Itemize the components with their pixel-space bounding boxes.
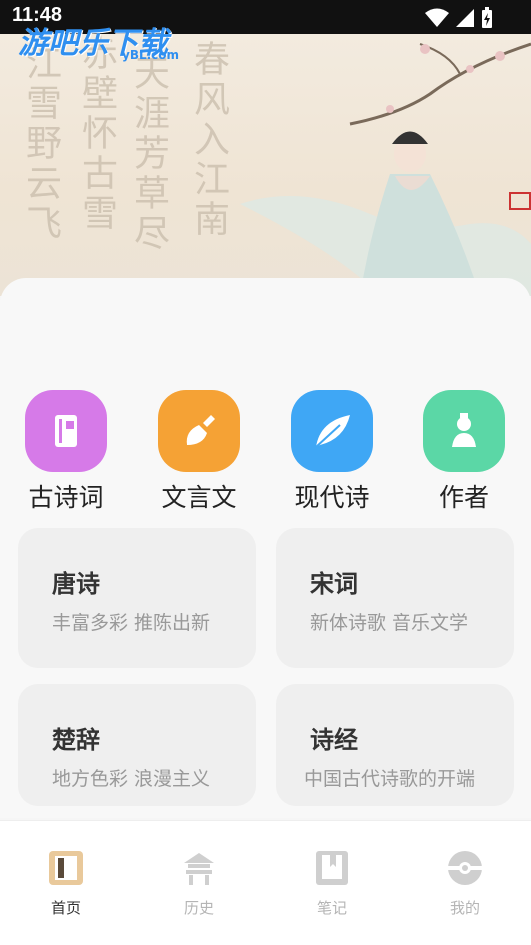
battery-icon — [482, 7, 492, 28]
nav-profile[interactable]: 我的 — [425, 849, 505, 918]
category-label: 现代诗 — [294, 483, 370, 512]
seal-stamp — [509, 192, 531, 210]
category-label: 作者 — [438, 483, 489, 512]
lady-illustration — [240, 131, 531, 296]
category-zuozhe[interactable]: 作者 — [409, 390, 519, 514]
signal-icon — [456, 9, 474, 27]
nav-label: 笔记 — [316, 899, 347, 917]
category-wenyanwen[interactable]: 文言文 — [144, 390, 254, 514]
nav-label: 我的 — [449, 899, 480, 917]
card-shijing[interactable]: 诗经 中国古代诗歌的开端 — [276, 684, 514, 806]
watermark-site: yBL.com — [122, 48, 180, 62]
category-gushici[interactable]: 古诗词 — [11, 390, 121, 514]
calligraphy-column: 天涯芳草尽 — [128, 54, 169, 254]
card-title: 楚辞 — [52, 726, 100, 754]
category-label: 文言文 — [161, 483, 237, 512]
nav-home[interactable]: 首页 — [26, 849, 106, 918]
category-label: 古诗词 — [28, 483, 104, 512]
card-title: 唐诗 — [52, 570, 100, 598]
nav-history[interactable]: 历史 — [159, 849, 239, 918]
category-xiandaishi[interactable]: 现代诗 — [277, 390, 387, 514]
card-subtitle: 新体诗歌 音乐文学 — [310, 612, 469, 634]
feather-icon — [291, 390, 373, 472]
pavilion-icon — [184, 853, 214, 885]
nav-notes[interactable]: 笔记 — [292, 849, 372, 918]
hero-banner: 江雪野云飞 赤壁怀古雪 天涯芳草尽 春风入江南 — [0, 34, 531, 296]
card-chuci[interactable]: 楚辞 地方色彩 浪漫主义 — [18, 684, 256, 806]
card-title: 诗经 — [310, 726, 358, 754]
wifi-icon — [425, 8, 449, 27]
home-book-icon — [49, 851, 83, 885]
notes-icon — [316, 851, 348, 885]
watermark-logo: 游吧乐下载 yBL.com — [18, 18, 179, 62]
nav-label: 历史 — [183, 899, 214, 917]
card-subtitle: 丰富多彩 推陈出新 — [52, 612, 211, 634]
calligraphy-column: 江雪野云飞 — [20, 44, 61, 244]
notebook-icon — [25, 390, 107, 472]
card-title: 宋词 — [310, 570, 358, 598]
profile-icon — [448, 851, 482, 885]
card-songci[interactable]: 宋词 新体诗歌 音乐文学 — [276, 528, 514, 668]
author-icon — [423, 390, 505, 472]
card-subtitle: 中国古代诗歌的开端 — [304, 768, 476, 790]
bottom-navigation: 首页 历史 笔记 我的 — [0, 820, 531, 945]
card-subtitle: 地方色彩 浪漫主义 — [52, 768, 211, 790]
nav-label: 首页 — [50, 899, 81, 917]
calligraphy-column: 赤壁怀古雪 — [76, 34, 117, 234]
brush-icon — [158, 390, 240, 472]
card-tangshi[interactable]: 唐诗 丰富多彩 推陈出新 — [18, 528, 256, 668]
status-icons — [425, 7, 493, 29]
